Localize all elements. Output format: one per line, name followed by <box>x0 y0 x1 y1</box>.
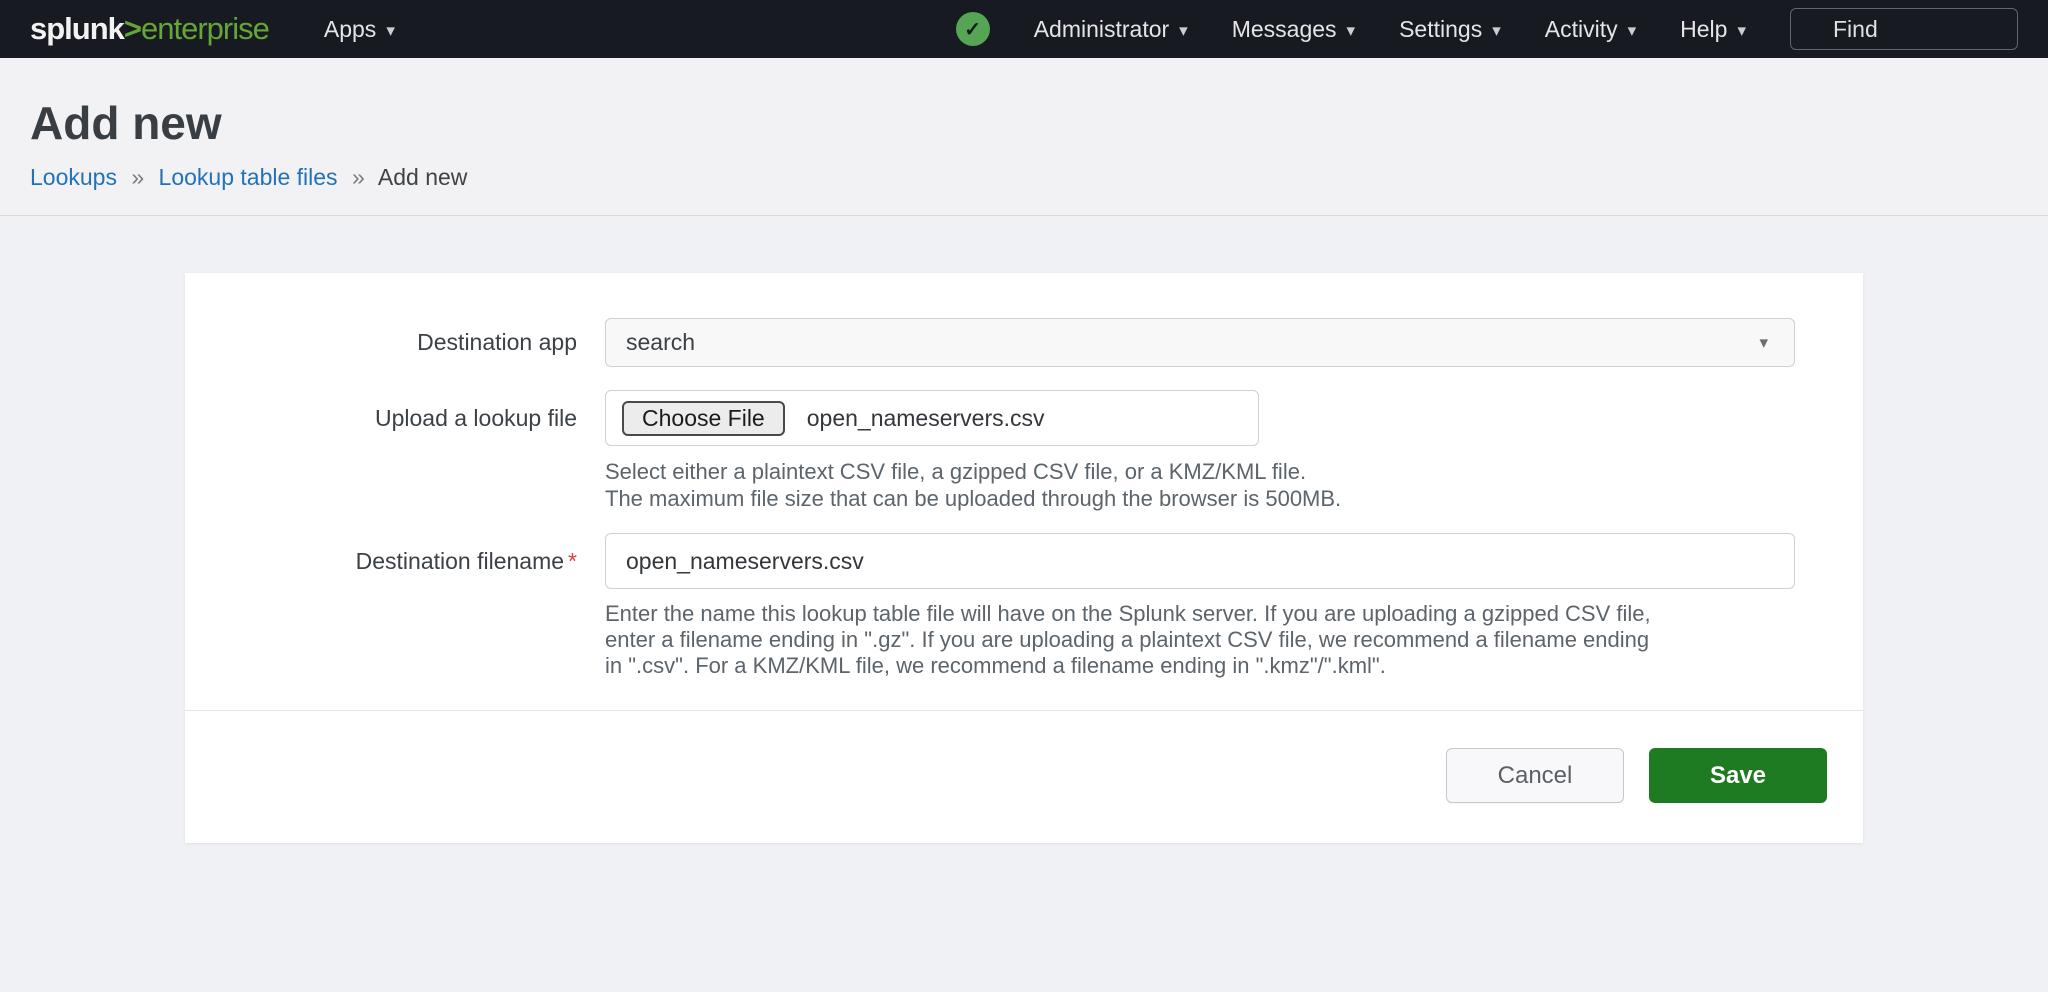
breadcrumb: Lookups » Lookup table files » Add new <box>30 164 2018 215</box>
logo-brand: splunk <box>30 11 124 46</box>
breadcrumb-separator: » <box>131 164 144 190</box>
form-actions: Cancel Save <box>185 710 1863 843</box>
upload-help-line: Select either a plaintext CSV file, a gz… <box>605 458 1795 485</box>
activity-menu[interactable]: Activity ▾ <box>1545 16 1636 43</box>
breadcrumb-link-lookups[interactable]: Lookups <box>30 164 117 190</box>
page-title: Add new <box>30 100 2018 146</box>
apps-menu-label: Apps <box>324 16 376 43</box>
destination-app-label: Destination app <box>185 318 605 367</box>
apps-menu[interactable]: Apps ▾ <box>324 16 395 43</box>
save-button[interactable]: Save <box>1649 748 1827 803</box>
main-content: Destination app search ▾ Upload a lookup… <box>0 273 2048 843</box>
status-ok-icon[interactable]: ✓ <box>956 12 990 46</box>
find-search-input[interactable]: Find <box>1790 8 2018 50</box>
help-menu-label: Help <box>1680 16 1727 43</box>
top-navbar: splunk>enterprise Apps ▾ ✓ Administrator… <box>0 0 2048 58</box>
form-body: Destination app search ▾ Upload a lookup… <box>185 273 1863 710</box>
choose-file-button[interactable]: Choose File <box>622 401 785 436</box>
chevron-down-icon: ▾ <box>1179 19 1188 39</box>
upload-help-text: Select either a plaintext CSV file, a gz… <box>605 458 1795 512</box>
splunk-app: splunk>enterprise Apps ▾ ✓ Administrator… <box>0 0 2048 992</box>
settings-menu-label: Settings <box>1399 16 1482 43</box>
upload-file-row: Upload a lookup file Choose File open_na… <box>185 390 1863 512</box>
header-divider <box>0 215 2048 216</box>
logo-product: enterprise <box>141 11 269 46</box>
logo-separator: > <box>124 11 141 46</box>
breadcrumb-current: Add new <box>378 164 468 190</box>
upload-file-control: Choose File open_nameservers.csv Select … <box>605 390 1795 512</box>
cancel-button[interactable]: Cancel <box>1446 748 1624 803</box>
messages-menu[interactable]: Messages ▾ <box>1232 16 1355 43</box>
select-caret-icon: ▾ <box>1759 333 1768 353</box>
destination-filename-label: Destination filename* <box>185 533 605 679</box>
destination-filename-label-text: Destination filename <box>356 548 564 574</box>
filename-help-line: enter a filename ending in ".gz". If you… <box>605 627 1795 653</box>
file-input[interactable]: Choose File open_nameservers.csv <box>605 390 1259 446</box>
destination-app-value: search <box>626 329 695 356</box>
chevron-down-icon: ▾ <box>1628 19 1637 39</box>
messages-menu-label: Messages <box>1232 16 1337 43</box>
selected-file-name: open_nameservers.csv <box>807 405 1045 432</box>
filename-help-line: in ".csv". For a KMZ/KML file, we recomm… <box>605 653 1795 679</box>
breadcrumb-separator: » <box>352 164 365 190</box>
administrator-menu-label: Administrator <box>1034 16 1169 43</box>
required-asterisk: * <box>568 548 577 574</box>
upload-help-line: The maximum file size that can be upload… <box>605 485 1795 512</box>
administrator-menu[interactable]: Administrator ▾ <box>1034 16 1188 43</box>
filename-help-line: Enter the name this lookup table file wi… <box>605 601 1795 627</box>
settings-menu[interactable]: Settings ▾ <box>1399 16 1501 43</box>
chevron-down-icon: ▾ <box>1347 19 1356 39</box>
activity-menu-label: Activity <box>1545 16 1618 43</box>
destination-filename-row: Destination filename* Enter the name thi… <box>185 533 1863 679</box>
page-header: Add new Lookups » Lookup table files » A… <box>0 58 2048 215</box>
navbar-right-group: ✓ Administrator ▾ Messages ▾ Settings ▾ … <box>956 8 2018 50</box>
chevron-down-icon: ▾ <box>1737 19 1746 39</box>
destination-filename-control: Enter the name this lookup table file wi… <box>605 533 1795 679</box>
splunk-logo[interactable]: splunk>enterprise <box>30 11 269 47</box>
filename-help-text: Enter the name this lookup table file wi… <box>605 601 1795 679</box>
upload-file-label: Upload a lookup file <box>185 390 605 512</box>
chevron-down-icon: ▾ <box>386 19 395 39</box>
destination-app-select[interactable]: search ▾ <box>605 318 1795 367</box>
destination-filename-input[interactable] <box>605 533 1795 589</box>
add-new-form-card: Destination app search ▾ Upload a lookup… <box>185 273 1863 843</box>
destination-app-row: Destination app search ▾ <box>185 318 1863 367</box>
destination-app-control: search ▾ <box>605 318 1795 367</box>
chevron-down-icon: ▾ <box>1492 19 1501 39</box>
help-menu[interactable]: Help ▾ <box>1680 16 1746 43</box>
breadcrumb-link-lookup-table-files[interactable]: Lookup table files <box>159 164 338 190</box>
